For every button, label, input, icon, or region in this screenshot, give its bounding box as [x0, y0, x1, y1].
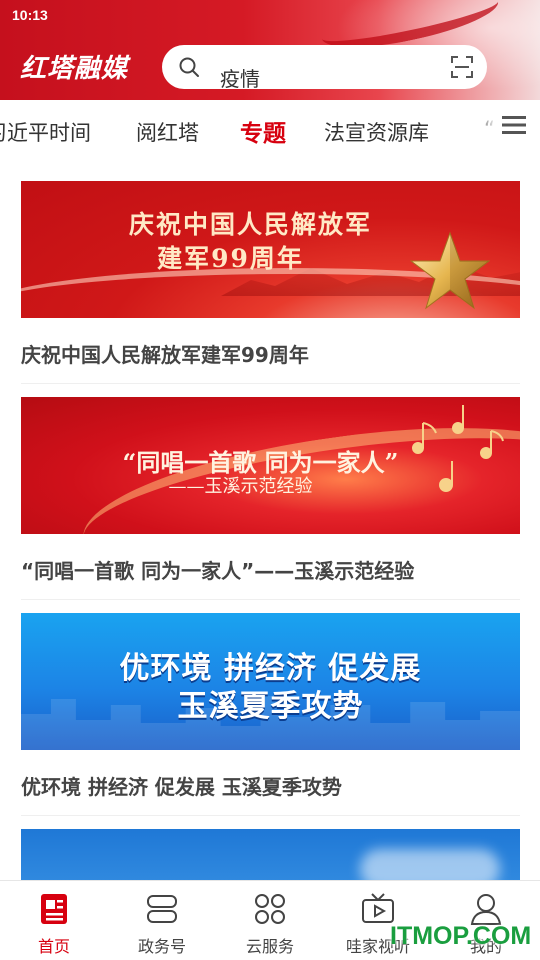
divider	[21, 383, 520, 384]
banner-cloud	[360, 849, 500, 880]
search-rotating-hint: 疫情	[220, 67, 260, 89]
topic-title[interactable]: 优环境 拼经济 促发展 玉溪夏季攻势	[21, 771, 520, 801]
divider	[21, 599, 520, 600]
topic-card[interactable]	[21, 829, 520, 880]
scan-icon[interactable]	[451, 56, 473, 78]
tab-law-resources[interactable]: 法宣资源库	[324, 117, 429, 147]
nav-gov-accounts[interactable]: 政务号	[108, 881, 216, 960]
menu-icon[interactable]	[502, 115, 526, 135]
nav-label: 政务号	[137, 937, 186, 956]
brand-logo: 红塔融媒	[20, 54, 129, 84]
watermark: ITMOP.COM	[390, 922, 532, 950]
topic-banner-army-day[interactable]: 庆祝中国人民解放军 建军99周年	[21, 181, 520, 318]
tab-special-topics[interactable]: 专题	[240, 114, 286, 148]
grid-icon	[255, 894, 285, 924]
topic-banner-sing-together[interactable]: “同唱一首歌 同为一家人” ——玉溪示范经验	[21, 397, 520, 534]
topic-title[interactable]: “同唱一首歌 同为一家人”——玉溪示范经验	[21, 555, 520, 585]
tab-xi-time[interactable]: 习近平时间	[0, 117, 91, 147]
nav-label: 首页	[37, 937, 70, 956]
topic-card[interactable]: 庆祝中国人民解放军 建军99周年 庆祝中国人民解放军建军99周年	[21, 181, 520, 384]
music-notes-icon	[412, 405, 504, 492]
search-bar[interactable]: 疫情	[162, 45, 487, 89]
banner-subheadline: 玉溪夏季攻势	[177, 689, 364, 724]
topic-card[interactable]: “同唱一首歌 同为一家人” ——玉溪示范经验 “同唱一首歌 同为一家人”——玉溪…	[21, 397, 520, 600]
nav-home[interactable]: 首页	[0, 881, 108, 960]
divider	[21, 815, 520, 816]
search-icon	[179, 57, 199, 77]
news-icon	[41, 894, 67, 924]
topic-list: 庆祝中国人民解放军 建军99周年 庆祝中国人民解放军建军99周年 “同唱一首歌	[0, 162, 540, 880]
star-icon	[410, 231, 490, 310]
topic-title[interactable]: 庆祝中国人民解放军建军99周年	[21, 339, 520, 369]
topic-banner-partial[interactable]	[21, 829, 520, 880]
tab-yue-hongta[interactable]: 阅红塔	[136, 117, 199, 147]
app-header: 10:13 红塔融媒 疫情	[0, 0, 540, 100]
nav-cloud-services[interactable]: 云服务	[216, 881, 324, 960]
status-bar-time: 10:13	[12, 7, 48, 23]
topic-card[interactable]: 优环境 拼经济 促发展 玉溪夏季攻势 优环境 拼经济 促发展 玉溪夏季攻势	[21, 613, 520, 816]
topic-banner-summer-offensive[interactable]: 优环境 拼经济 促发展 玉溪夏季攻势	[21, 613, 520, 750]
stack-icon	[147, 895, 177, 923]
channel-tabs: 习近平时间 阅红塔 专题 法宣资源库 “	[0, 100, 540, 162]
nav-label: 云服务	[245, 937, 294, 956]
